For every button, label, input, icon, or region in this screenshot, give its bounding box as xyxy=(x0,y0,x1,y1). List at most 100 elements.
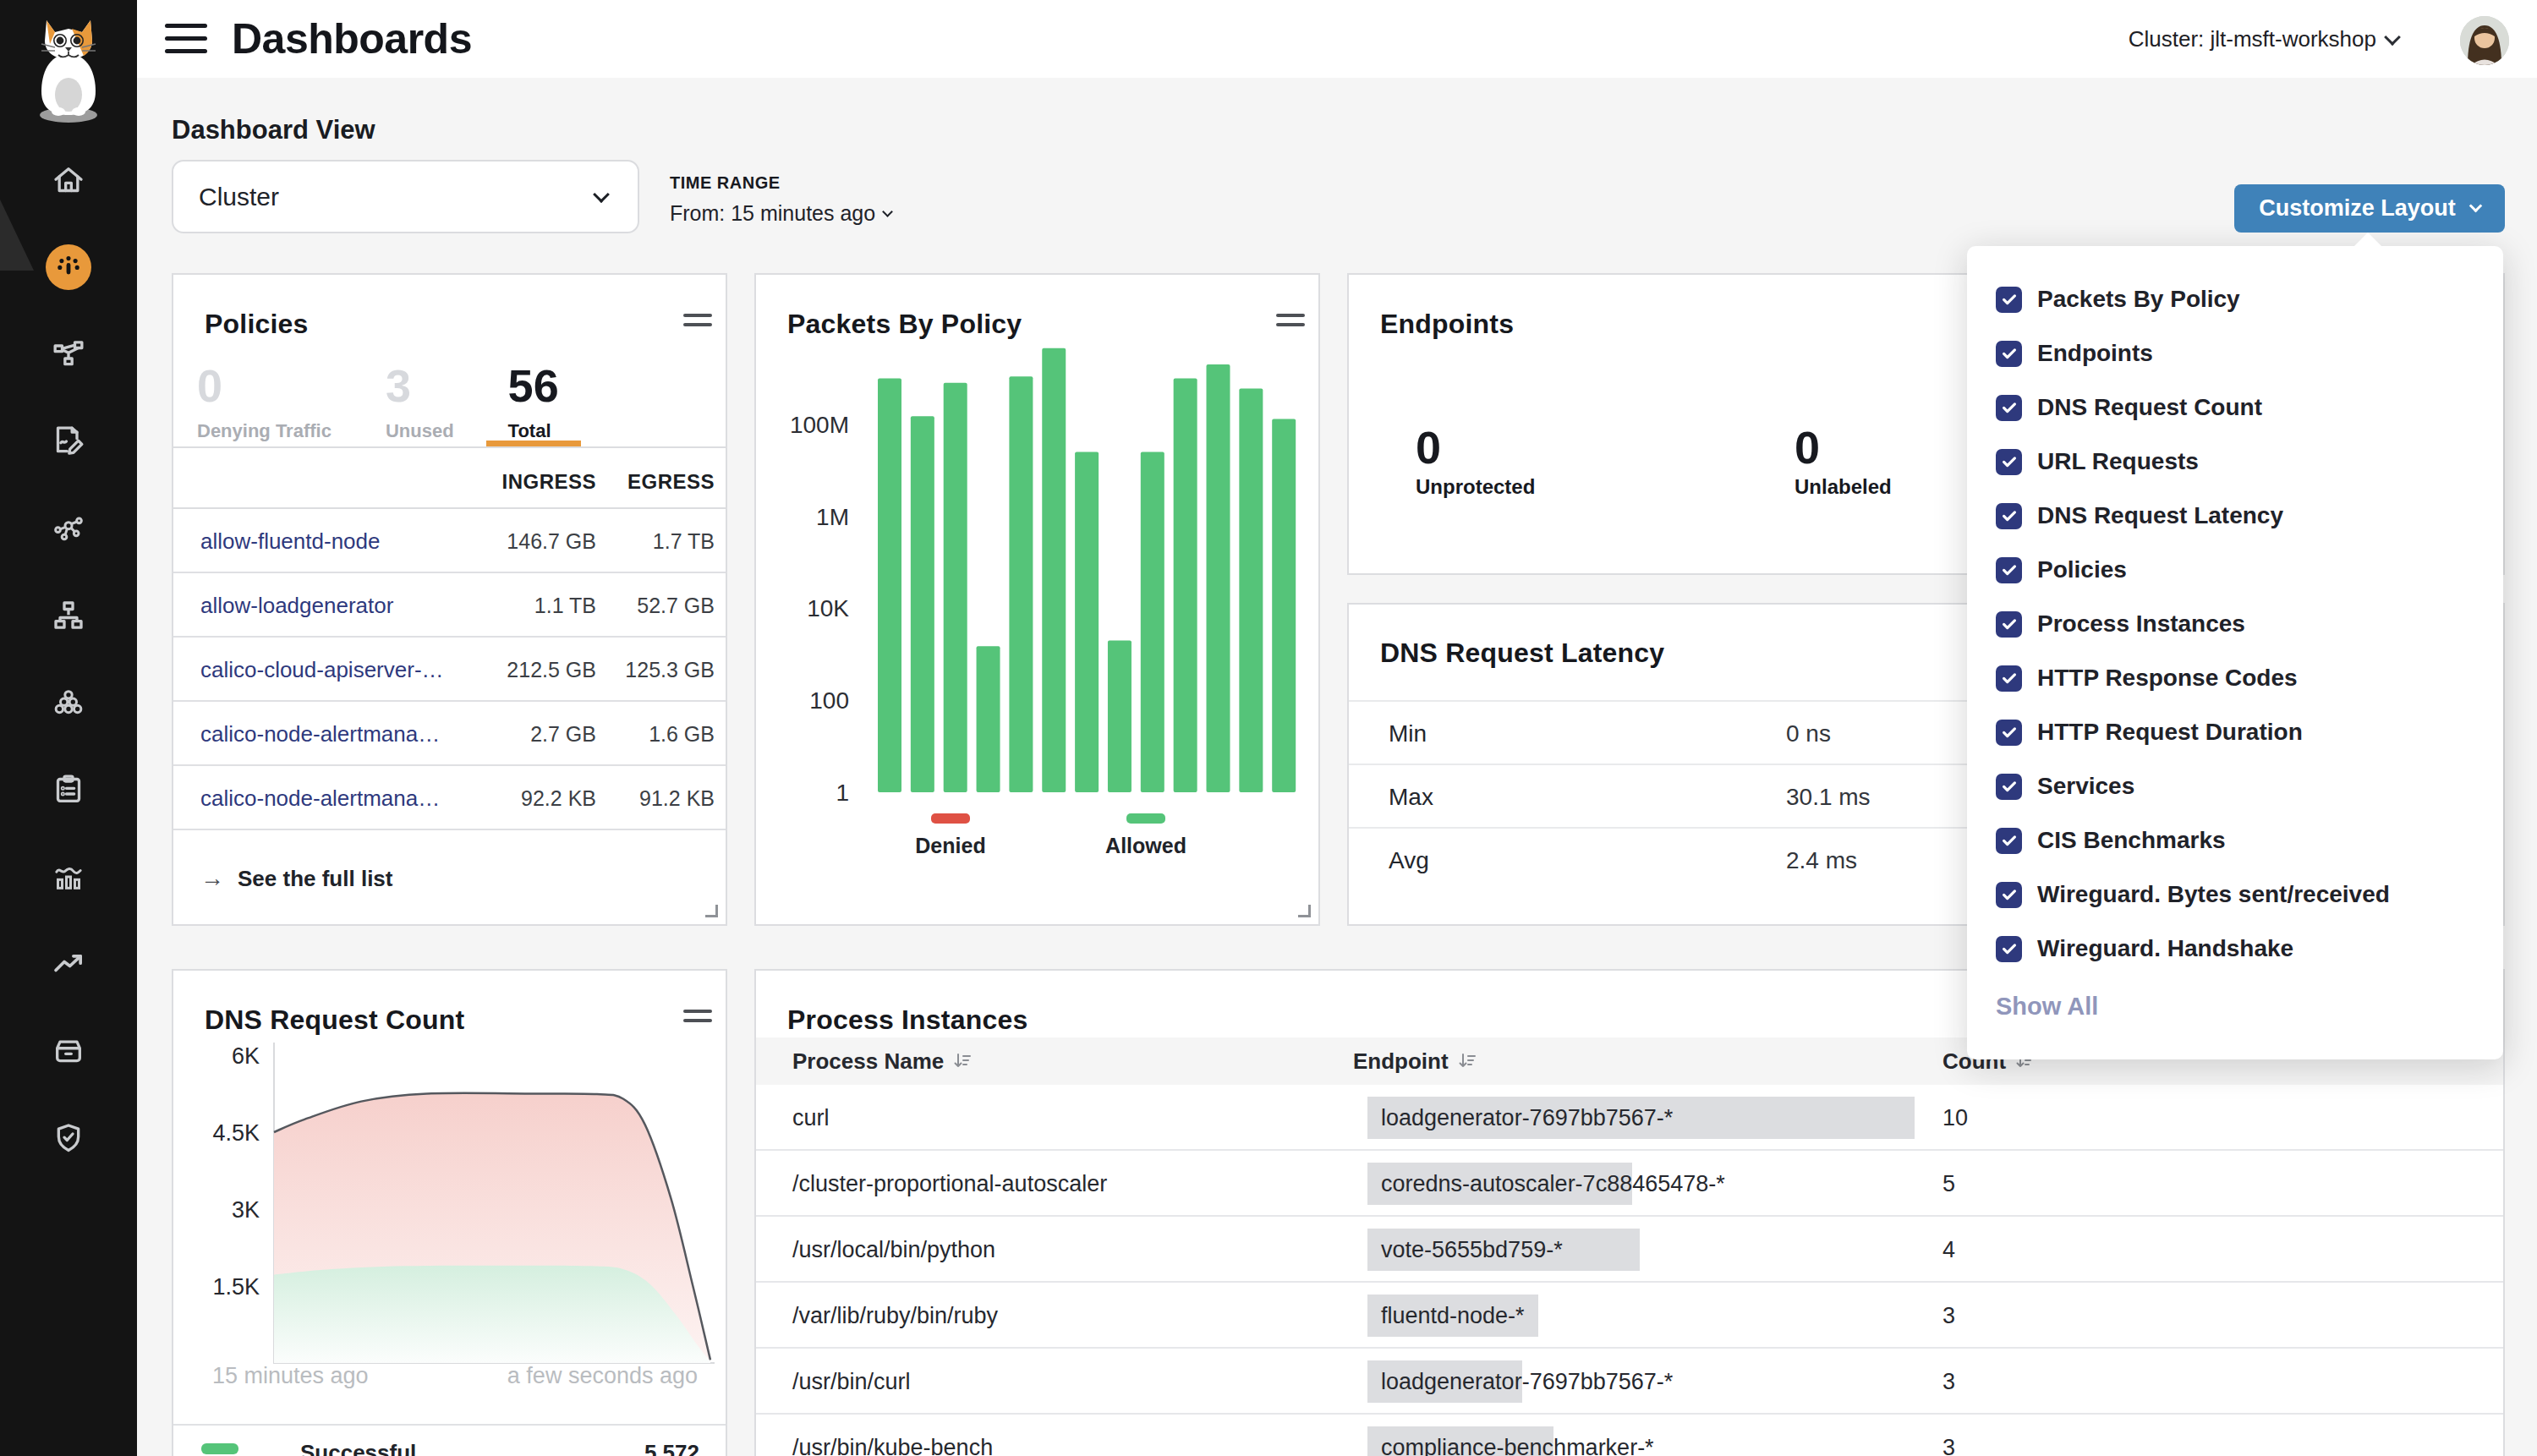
nav-policies[interactable] xyxy=(52,424,85,458)
col-endpoint[interactable]: Endpoint xyxy=(1353,1048,1449,1075)
nav-trends[interactable] xyxy=(52,947,85,981)
see-full-list-link[interactable]: →See the full list xyxy=(200,830,393,927)
menu-item-wireguard-handshake[interactable]: Wireguard. Handshake xyxy=(1996,922,2293,976)
menu-item-services[interactable]: Services xyxy=(1996,759,2134,813)
menu-item-endpoints[interactable]: Endpoints xyxy=(1996,326,2153,380)
trend-up-icon xyxy=(52,947,85,981)
dns-count-card: DNS Request Count 6K4.5K3K1.5K 15 minute… xyxy=(172,969,727,1456)
endpoint-highlight: coredns-autoscaler-7c88 xyxy=(1367,1163,1632,1205)
checkbox-checked-icon[interactable] xyxy=(1996,557,2022,583)
x-label-start: 15 minutes ago xyxy=(212,1363,369,1389)
checkbox-checked-icon[interactable] xyxy=(1996,828,2022,854)
legend-allowed[interactable]: Allowed xyxy=(1061,813,1230,858)
nav-home[interactable] xyxy=(52,163,85,197)
policies-card-title: Policies xyxy=(205,309,309,340)
checkbox-checked-icon[interactable] xyxy=(1996,774,2022,800)
endpoint-highlight: compliance-benc xyxy=(1367,1426,1553,1456)
menu-item-cis-benchmarks[interactable]: CIS Benchmarks xyxy=(1996,813,2226,868)
svg-text:1: 1 xyxy=(836,780,849,806)
nav-reports[interactable] xyxy=(52,773,85,807)
nav-cluster[interactable] xyxy=(52,686,85,720)
checkbox-checked-icon[interactable] xyxy=(1996,395,2022,421)
policy-link[interactable]: calico-node-alertmana… xyxy=(200,766,440,830)
home-icon xyxy=(52,163,85,197)
stat-unlabeled: 0Unlabeled xyxy=(1795,424,1892,499)
checkbox-checked-icon[interactable] xyxy=(1996,503,2022,529)
legend-denied[interactable]: Denied xyxy=(866,813,1035,858)
checkbox-checked-icon[interactable] xyxy=(1996,287,2022,313)
menu-item-http-response-codes[interactable]: HTTP Response Codes xyxy=(1996,651,2298,705)
nav-hierarchy[interactable] xyxy=(52,599,85,632)
cluster-selector[interactable]: Cluster: jlt-msft-workshop xyxy=(2129,0,2376,78)
arrow-right-icon: → xyxy=(200,865,224,892)
drag-handle-icon[interactable] xyxy=(683,314,712,332)
policy-link[interactable]: allow-fluentd-node xyxy=(200,509,380,573)
customize-chevron-icon xyxy=(2469,200,2482,213)
menu-item-http-request-duration[interactable]: HTTP Request Duration xyxy=(1996,705,2303,759)
stat-denying-traffic[interactable]: 0Denying Traffic xyxy=(175,363,353,446)
egress-column-header: EGRESS xyxy=(588,470,715,494)
stat-unused[interactable]: 3Unused xyxy=(364,363,476,446)
menu-item-packets-by-policy[interactable]: Packets By Policy xyxy=(1996,272,2240,326)
policy-link[interactable]: allow-loadgenerator xyxy=(200,573,393,638)
process-card-title: Process Instances xyxy=(787,1004,1027,1036)
policy-row: allow-loadgenerator1.1 TB52.7 GB xyxy=(173,573,726,638)
checkbox-checked-icon[interactable] xyxy=(1996,720,2022,746)
svg-text:3K: 3K xyxy=(232,1197,260,1223)
checkbox-checked-icon[interactable] xyxy=(1996,611,2022,638)
menu-item-dns-request-count[interactable]: DNS Request Count xyxy=(1996,380,2262,435)
nav-dashboards-active[interactable] xyxy=(46,244,91,290)
packets-bar-chart: 100M1M10K1001 xyxy=(756,275,1318,924)
time-range-chevron-icon xyxy=(882,206,893,217)
checkbox-checked-icon[interactable] xyxy=(1996,665,2022,692)
menu-item-wireguard-bytes[interactable]: Wireguard. Bytes sent/received xyxy=(1996,868,2390,922)
shield-check-icon xyxy=(52,1121,85,1155)
packets-by-policy-card: Packets By Policy 100M1M10K1001 Denied A… xyxy=(754,273,1320,926)
dashboard-view-select[interactable]: Cluster xyxy=(172,160,639,233)
clipboard-icon xyxy=(52,773,85,807)
nav-storage[interactable] xyxy=(52,1034,85,1068)
endpoints-card-title: Endpoints xyxy=(1380,309,1514,340)
svg-text:100M: 100M xyxy=(790,412,849,438)
policy-link[interactable]: calico-node-alertmana… xyxy=(200,702,440,766)
nav-security[interactable] xyxy=(52,1121,85,1155)
allowed-swatch xyxy=(1126,813,1165,824)
nav-statistics[interactable] xyxy=(52,860,85,894)
time-range-label: TIME RANGE xyxy=(670,173,891,193)
sort-icon[interactable] xyxy=(1457,1052,1477,1070)
menu-toggle-button[interactable] xyxy=(165,24,207,53)
resize-handle-icon[interactable] xyxy=(1298,905,1311,917)
calico-cat-logo xyxy=(18,7,119,129)
resize-handle-icon[interactable] xyxy=(705,905,718,917)
policy-link[interactable]: calico-cloud-apiserver-… xyxy=(200,638,444,702)
menu-item-dns-request-latency[interactable]: DNS Request Latency xyxy=(1996,489,2283,543)
menu-item-url-requests[interactable]: URL Requests xyxy=(1996,435,2199,489)
user-avatar[interactable] xyxy=(2460,16,2509,65)
process-row: /usr/local/bin/pythonvote-5655bd759-*4 xyxy=(756,1217,2503,1283)
show-all-link[interactable]: Show All xyxy=(1996,979,2098,1033)
checkbox-checked-icon[interactable] xyxy=(1996,341,2022,367)
stat-total[interactable]: 56Total xyxy=(486,363,581,446)
view-select-chevron-icon xyxy=(593,186,610,203)
process-row: /usr/bin/kube-benchcompliance-benchmarke… xyxy=(756,1415,2503,1456)
col-process-name[interactable]: Process Name xyxy=(792,1048,944,1075)
checkbox-checked-icon[interactable] xyxy=(1996,882,2022,908)
customize-layout-button[interactable]: Customize Layout xyxy=(2234,184,2505,233)
time-range[interactable]: TIME RANGE From: 15 minutes ago xyxy=(670,173,891,226)
menu-caret xyxy=(2353,233,2382,247)
endpoint-highlight: loadgenerator-7697bb7567-* xyxy=(1367,1097,1915,1139)
menu-item-policies[interactable]: Policies xyxy=(1996,543,2127,597)
nav-service-graph[interactable] xyxy=(52,337,85,371)
svg-text:100: 100 xyxy=(809,687,849,714)
x-label-end: a few seconds ago xyxy=(457,1363,698,1389)
nav-connections[interactable] xyxy=(52,512,85,545)
checkbox-checked-icon[interactable] xyxy=(1996,449,2022,475)
menu-item-process-instances[interactable]: Process Instances xyxy=(1996,597,2245,651)
page-title: Dashboards xyxy=(232,0,472,78)
policy-row: calico-node-alertmana…2.7 GB1.6 GB xyxy=(173,702,726,766)
policy-row: calico-cloud-apiserver-…212.5 GB125.3 GB xyxy=(173,638,726,702)
policy-row: calico-node-alertmana…92.2 KB91.2 KB xyxy=(173,766,726,830)
sort-icon[interactable] xyxy=(952,1052,973,1070)
sidebar xyxy=(0,0,137,1456)
checkbox-checked-icon[interactable] xyxy=(1996,936,2022,962)
